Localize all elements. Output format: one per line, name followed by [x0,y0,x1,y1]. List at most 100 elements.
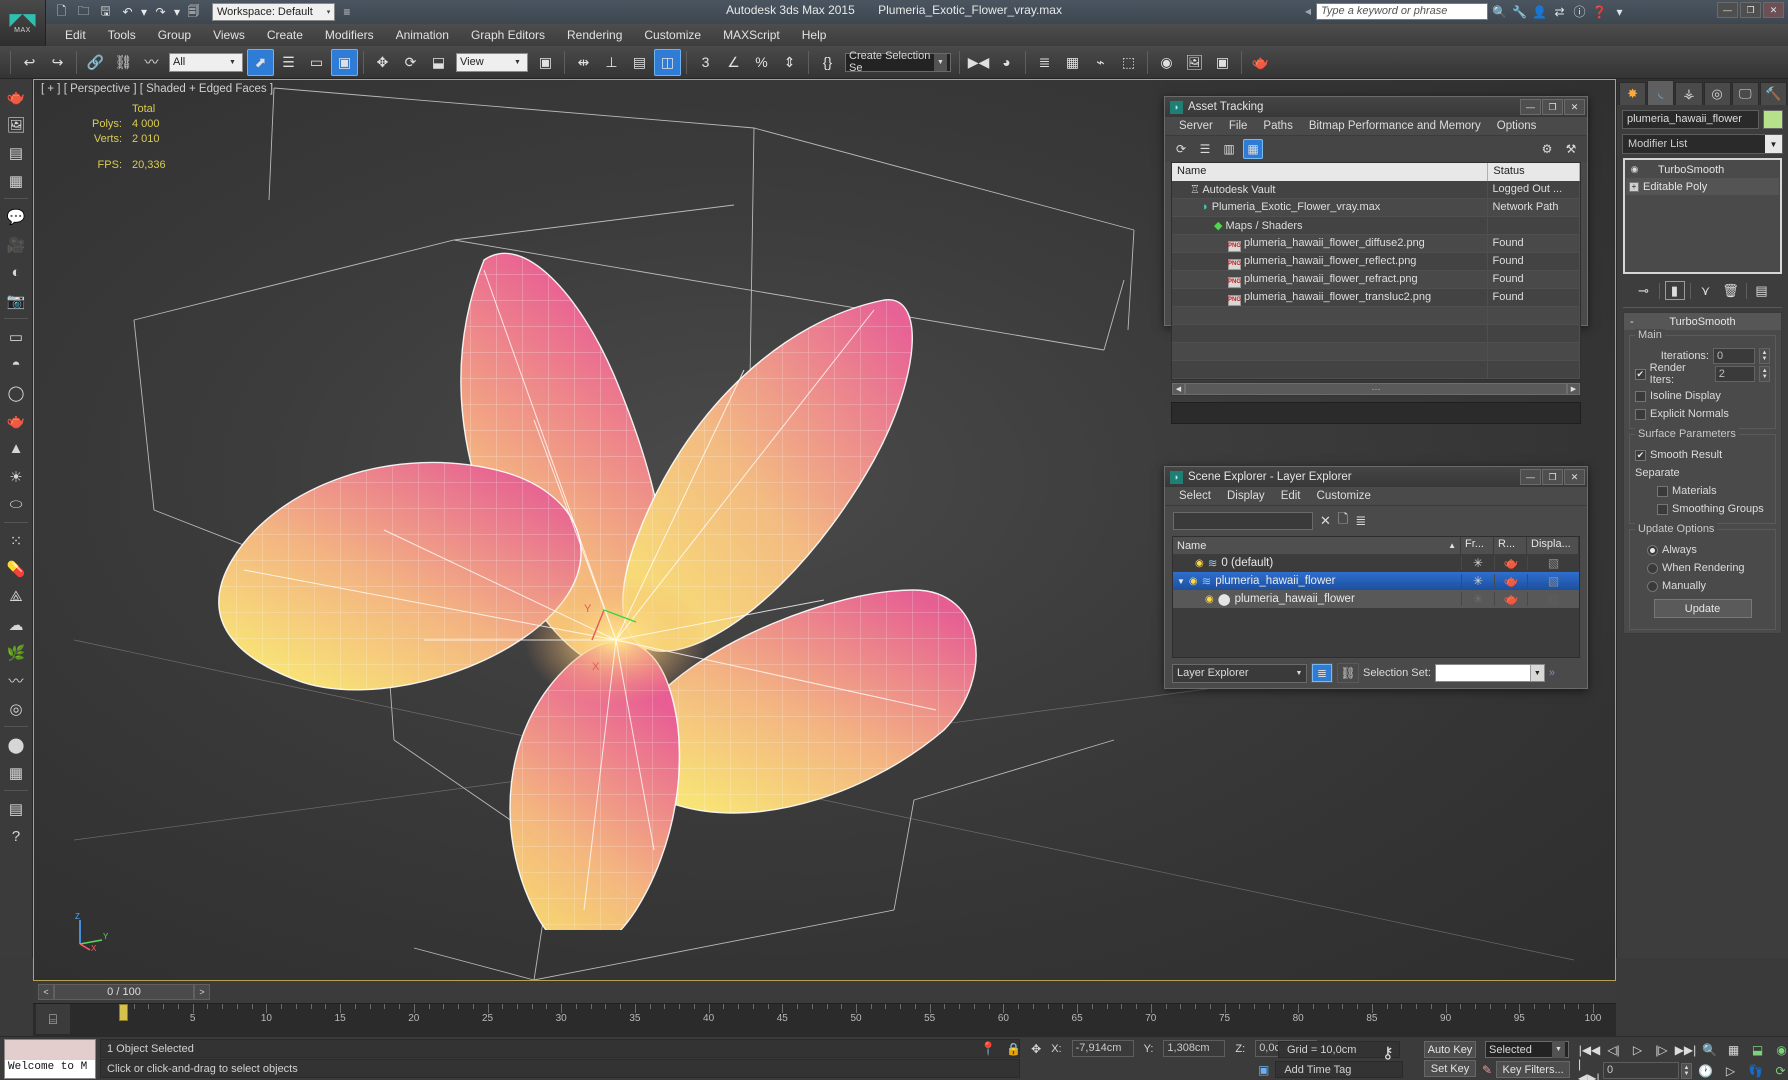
display-tab[interactable]: 🖵 [1731,82,1759,105]
modifier-stack-item-editable-poly[interactable]: + Editable Poly [1626,178,1779,195]
lighting-analysis-icon[interactable]: ◐ [2,259,30,286]
table-row[interactable]: PNG plumeria_hawaii_flower_refract.png Fo… [1172,271,1580,289]
light-lister-icon[interactable]: 💬 [2,203,30,230]
pin-stack-button[interactable]: ⊸ [1634,281,1654,300]
zoom-region-button[interactable]: 🔍 [1698,1040,1721,1059]
undo-dropdown-icon[interactable]: ▾ [140,3,148,22]
exchange-icon[interactable]: ⇄ [1551,3,1568,20]
signin-icon[interactable]: 👤 [1531,3,1548,20]
scrollbar-thumb[interactable]: ⋯ [1185,383,1567,395]
viewport-label[interactable]: [ + ] [ Perspective ] [ Shaded + Edged F… [41,83,273,95]
teapot-icon[interactable]: 🫖 [2,83,30,110]
menu-maxscript[interactable]: MAXScript [712,26,791,44]
render-setup-button[interactable]: 🖼 [1181,49,1208,76]
table-row[interactable]: ◗ Plumeria_Exotic_Flower_vray.max Networ… [1172,199,1580,217]
auto-key-button[interactable]: Auto Key [1424,1041,1476,1058]
list-item[interactable]: ◉ ⬤ plumeria_hawaii_flower ✳ 🫖 ▧ [1173,590,1579,608]
scene-column-display[interactable]: Displa... [1527,537,1579,554]
frame-number-field[interactable]: 0 [1603,1062,1679,1079]
table-row-empty[interactable] [1172,307,1580,325]
menu-animation[interactable]: Animation [385,26,460,44]
new-icon[interactable]: 🗋 [52,3,71,22]
hierarchy-mode-icon[interactable]: ⛓ [1337,663,1359,683]
play-animation-button[interactable]: ▷ [1626,1040,1649,1059]
maxscript-mini-listener[interactable]: Welcome to M [4,1039,96,1079]
field-of-view-button[interactable]: ▷ [1719,1061,1742,1080]
scroll-left-icon[interactable]: ◀ [1172,383,1185,395]
select-by-name-button[interactable]: ☰ [275,49,302,76]
selection-set-field[interactable]: ▼ [1434,664,1545,682]
camera-icon[interactable]: 🎥 [2,231,30,258]
modify-tab[interactable]: ◟ [1647,80,1675,105]
menu-rendering[interactable]: Rendering [556,26,633,44]
spinner-snap-button[interactable]: ⇕ [776,49,803,76]
update-option-when-rendering[interactable]: When Rendering [1635,559,1770,577]
list-item[interactable]: ▼ ◉ ≋ plumeria_hawaii_flower ✳ 🫖 ▧ [1173,572,1579,590]
new-layer-icon[interactable]: 🗋 [1338,510,1348,532]
curve-editor-button[interactable]: ⌁ [1087,49,1114,76]
redo-dropdown-icon[interactable]: ▾ [173,3,181,22]
absolute-relative-icon[interactable]: ✥ [1031,1042,1041,1056]
iterations-spinner-icon[interactable]: ▲ ▼ [1759,348,1770,364]
mini-listener-input[interactable]: Welcome to M [5,1060,95,1078]
modifier-stack[interactable]: ◉ TurboSmooth + Editable Poly [1623,158,1782,274]
teapot-primitive-icon[interactable]: 🫖 [2,407,30,434]
render-production-button[interactable]: 🫖 [1247,49,1274,76]
display-toggle-icon[interactable]: ▧ [1527,592,1579,606]
object-name-field[interactable]: plumeria_hawaii_flower [1622,110,1759,129]
workspace-selector[interactable]: Workspace: Default ▾ [212,3,336,21]
minimize-window-button[interactable]: — [1717,2,1738,18]
align-tool-button[interactable]: ◕ [993,49,1020,76]
layer-mode-icon[interactable]: ≣ [1311,663,1333,683]
grass-icon[interactable]: 🌿 [2,639,30,666]
asset-tracking-titlebar[interactable]: ◗ Asset Tracking — ❐ ✕ [1165,97,1587,117]
vault-settings-icon[interactable]: ⚒ [1561,139,1581,159]
undo-button[interactable]: ↩ [16,49,43,76]
dome-primitive-icon[interactable]: ◓ [2,351,30,378]
previous-frame-button[interactable]: ◁| [1602,1040,1625,1059]
make-unique-button[interactable]: ⋎ [1696,281,1716,300]
sort-ascending-icon[interactable]: ▲ [1448,541,1456,550]
expand-icon[interactable]: + [1629,181,1639,192]
table-row[interactable]: PNG plumeria_hawaii_flower_transluc2.png … [1172,289,1580,307]
pin-stack-icon[interactable]: 📍 [980,1041,996,1057]
object-color-swatch[interactable] [1763,110,1783,129]
selection-filter-combo[interactable]: All ▼ [169,52,243,72]
snaps-toggle-button[interactable]: 3 [692,49,719,76]
coord-x-field[interactable]: -7,914cm [1071,1040,1134,1057]
wrench-icon[interactable]: 🔧 [1511,3,1528,20]
chevron-down-icon[interactable]: ▼ [1177,577,1185,586]
orbit-button[interactable]: ◉ [1770,1040,1788,1059]
minimize-asset-tracking-button[interactable]: — [1520,99,1541,115]
render-iters-spinner-icon[interactable]: ▲ ▼ [1759,366,1770,382]
remove-modifier-button[interactable]: 🗑 [1721,281,1741,300]
maximize-asset-tracking-button[interactable]: ❐ [1542,99,1563,115]
layer-manager-button[interactable]: ▤ [626,49,653,76]
render-toggle-icon[interactable]: 🫖 [1494,556,1527,570]
menu-graph-editors[interactable]: Graph Editors [460,26,556,44]
time-slider-handle[interactable] [119,1004,128,1021]
ellipse-primitive-icon[interactable]: ⬭ [2,491,30,518]
render-iters-checkbox[interactable]: ✔ [1635,368,1646,380]
time-tag-icon[interactable]: ▣ [1258,1063,1269,1077]
select-link-button[interactable]: 🔗 [82,49,109,76]
table-row-empty[interactable] [1172,361,1580,379]
create-tab[interactable]: ✸ [1619,82,1647,105]
asset-menu-bitmap-performance[interactable]: Bitmap Performance and Memory [1301,119,1489,133]
material-library-icon[interactable]: ▦ [2,759,30,786]
undo-icon[interactable]: ↶ [118,3,137,22]
asset-column-status[interactable]: Status [1488,163,1580,181]
walkthrough-button[interactable]: 👣 [1744,1061,1767,1080]
align-button[interactable]: ⊥ [598,49,625,76]
cloud-icon[interactable]: ☁ [2,611,30,638]
plane-primitive-icon[interactable]: ▭ [2,323,30,350]
project-folder-icon[interactable]: 🗐 [184,3,203,22]
asset-column-name[interactable]: Name [1172,163,1489,181]
table-row[interactable]: ◆ Maps / Shaders [1172,217,1580,235]
hierarchy-tab[interactable]: ⚶ [1675,82,1703,105]
asset-menu-server[interactable]: Server [1171,119,1221,133]
clear-search-icon[interactable]: ✕ [1320,513,1331,529]
menu-modifiers[interactable]: Modifiers [314,26,385,44]
select-and-move-button[interactable]: ✥ [369,49,396,76]
render-toggle-icon[interactable]: 🫖 [1494,592,1527,606]
